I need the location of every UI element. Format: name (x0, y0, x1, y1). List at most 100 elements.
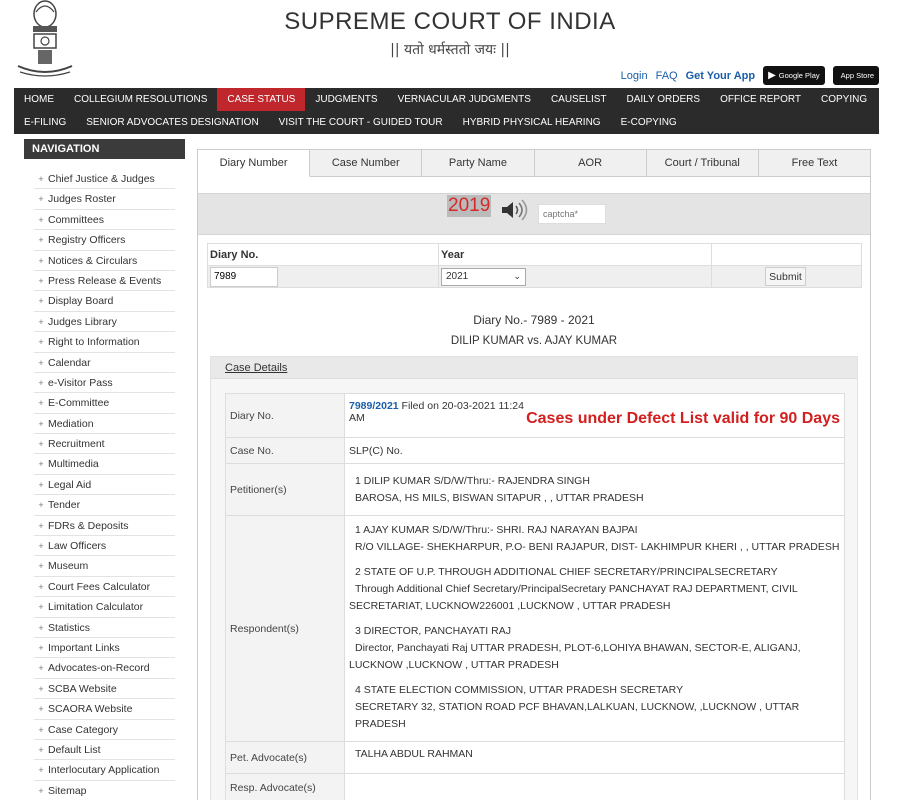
pet-advocate-key: Pet. Advocate(s) (225, 741, 345, 774)
sidebar-item-label: Judges Roster (48, 193, 116, 206)
sidebar-item[interactable]: + Notices & Circulars (34, 251, 175, 271)
plus-icon: + (38, 602, 44, 613)
plus-icon: + (38, 642, 44, 653)
year-cell: 2021 ⌄ (438, 265, 712, 288)
sidebar-item[interactable]: + Important Links (34, 638, 175, 659)
app-store-badge[interactable]: App Store (832, 66, 879, 85)
plus-icon: + (38, 275, 44, 286)
faq-link[interactable]: FAQ (656, 70, 678, 82)
menu-causelist[interactable]: CAUSELIST (541, 88, 617, 111)
case-status-panel: Diary Number Case Number Party Name AOR … (197, 149, 871, 800)
search-tabs: Diary Number Case Number Party Name AOR … (198, 150, 870, 177)
row-diary-no: Diary No. Cases under Defect List valid … (225, 393, 845, 438)
sidebar-item[interactable]: + Law Officers (34, 536, 175, 557)
menu-caveat[interactable]: CAVEAT (877, 88, 900, 111)
sidebar-item-label: Interlocutary Application (48, 764, 160, 777)
plus-icon: + (38, 724, 44, 735)
menu-senior-advocates[interactable]: SENIOR ADVOCATES DESIGNATION (76, 111, 268, 134)
result-parties: DILIP KUMAR vs. AJAY KUMAR (450, 335, 618, 347)
sidebar-item[interactable]: + E-Committee (34, 393, 175, 414)
login-link[interactable]: Login (621, 70, 648, 82)
sidebar-item[interactable]: + Right to Information (34, 332, 175, 353)
google-play-badge[interactable]: ▶ Google Play (763, 66, 825, 85)
sidebar-item-label: SCBA Website (48, 682, 117, 695)
sidebar-item[interactable]: + Limitation Calculator (34, 597, 175, 618)
sidebar-item[interactable]: + Sitemap (34, 781, 175, 800)
sidebar-item[interactable]: + SCAORA Website (34, 699, 175, 720)
year-select[interactable]: 2021 ⌄ (441, 267, 526, 286)
respondent-2: 2 STATE OF U.P. THROUGH ADDITIONAL CHIEF… (349, 564, 840, 615)
sidebar-item-label: Chief Justice & Judges (48, 173, 155, 185)
sidebar-item[interactable]: + Case Category (34, 720, 175, 740)
speaker-icon[interactable] (500, 198, 528, 222)
get-app-link[interactable]: Get Your App (686, 70, 755, 82)
tab-aor[interactable]: AOR (535, 150, 647, 176)
sidebar-item[interactable]: + SCBA Website (34, 679, 175, 700)
plus-icon: + (38, 337, 44, 348)
page: SUPREME COURT OF INDIA || यतो धर्मस्ततो … (0, 0, 900, 800)
sidebar-item-label: Default List (48, 743, 101, 756)
respondent-1: 1 AJAY KUMAR S/D/W/Thru:- SHRI. RAJ NARA… (349, 522, 840, 556)
sidebar-item[interactable]: + Museum (34, 556, 175, 577)
sidebar-item[interactable]: + Statistics (34, 618, 175, 638)
plus-icon: + (38, 541, 44, 552)
sidebar-item[interactable]: + Court Fees Calculator (34, 577, 175, 598)
sidebar-item[interactable]: + Press Release & Events (34, 271, 175, 292)
defect-notice: Cases under Defect List valid for 90 Day… (526, 410, 840, 427)
tab-party-name[interactable]: Party Name (422, 150, 535, 176)
sidebar-item[interactable]: + Display Board (34, 291, 175, 312)
captcha-input[interactable] (538, 204, 606, 224)
sidebar-navigation: NAVIGATION + Chief Justice & Judges + Judge… (24, 139, 185, 800)
sidebar-item[interactable]: + Judges Roster (34, 189, 175, 210)
menu-e-filing[interactable]: E-FILING (14, 111, 76, 134)
sidebar-item[interactable]: + Tender (34, 495, 175, 516)
play-icon: ▶ (768, 70, 776, 81)
diary-number-input[interactable] (210, 266, 278, 287)
menu-guided-tour[interactable]: VISIT THE COURT - GUIDED TOUR (269, 111, 453, 134)
tab-diary-number[interactable]: Diary Number (198, 150, 311, 177)
menu-case-status[interactable]: CASE STATUS (217, 88, 306, 111)
sidebar-item[interactable]: + FDRs & Deposits (34, 516, 175, 537)
year-selected-value: 2021 (446, 271, 469, 282)
sidebar-item-label: Multimedia (48, 458, 99, 471)
sidebar-item[interactable]: + e-Visitor Pass (34, 373, 175, 394)
tab-case-number[interactable]: Case Number (310, 150, 423, 176)
plus-icon: + (38, 765, 44, 776)
sidebar-item[interactable]: + Registry Officers (34, 230, 175, 251)
resp-advocate-key: Resp. Advocate(s) (225, 773, 345, 800)
menu-home[interactable]: HOME (14, 88, 64, 111)
sidebar-item[interactable]: + Advocates-on-Record (34, 658, 175, 679)
sidebar-item[interactable]: + Judges Library (34, 312, 175, 333)
menu-copying[interactable]: COPYING (811, 88, 877, 111)
case-details-table: Diary No. Cases under Defect List valid … (225, 393, 845, 800)
sidebar-item[interactable]: + Default List (34, 740, 175, 761)
sidebar-item[interactable]: + Recruitment (34, 434, 175, 455)
menu-hybrid-hearing[interactable]: HYBRID PHYSICAL HEARING (453, 111, 611, 134)
menu-collegium-resolutions[interactable]: COLLEGIUM RESOLUTIONS (64, 88, 217, 111)
case-details-panel: Case Details Diary No. Cases under Defec… (210, 356, 858, 800)
menu-e-copying[interactable]: E-COPYING (611, 111, 687, 134)
case-details-header[interactable]: Case Details (211, 357, 857, 379)
sidebar-item[interactable]: + Committees (34, 210, 175, 231)
tab-free-text[interactable]: Free Text (759, 150, 870, 176)
menu-vernacular-judgments[interactable]: VERNACULAR JUDGMENTS (388, 88, 541, 111)
diary-no-link[interactable]: 7989/2021 (349, 400, 399, 412)
sidebar-item[interactable]: + Chief Justice & Judges (34, 169, 175, 190)
sidebar-item[interactable]: + Multimedia (34, 454, 175, 475)
menu-judgments[interactable]: JUDGMENTS (305, 88, 387, 111)
tab-court-tribunal[interactable]: Court / Tribunal (647, 150, 759, 176)
sidebar-item[interactable]: + Calendar (34, 353, 175, 373)
sidebar-item[interactable]: + Mediation (34, 414, 175, 435)
row-petitioners: Petitioner(s) 1 DILIP KUMAR S/D/W/Thru:-… (225, 463, 845, 516)
sidebar-item[interactable]: + Legal Aid (34, 475, 175, 496)
sidebar-item-label: Court Fees Calculator (48, 580, 151, 593)
site-title: SUPREME COURT OF INDIA (284, 8, 616, 35)
menu-row-2: E-FILING SENIOR ADVOCATES DESIGNATION VI… (14, 111, 879, 134)
menu-office-report[interactable]: OFFICE REPORT (710, 88, 811, 111)
respondents-value: 1 AJAY KUMAR S/D/W/Thru:- SHRI. RAJ NARA… (344, 515, 845, 742)
menu-daily-orders[interactable]: DAILY ORDERS (617, 88, 711, 111)
case-details-title[interactable]: Case Details (225, 362, 287, 374)
sidebar-item-label: Law Officers (48, 540, 107, 553)
submit-button[interactable]: Submit (765, 267, 806, 286)
sidebar-item[interactable]: + Interlocutary Application (34, 760, 175, 781)
